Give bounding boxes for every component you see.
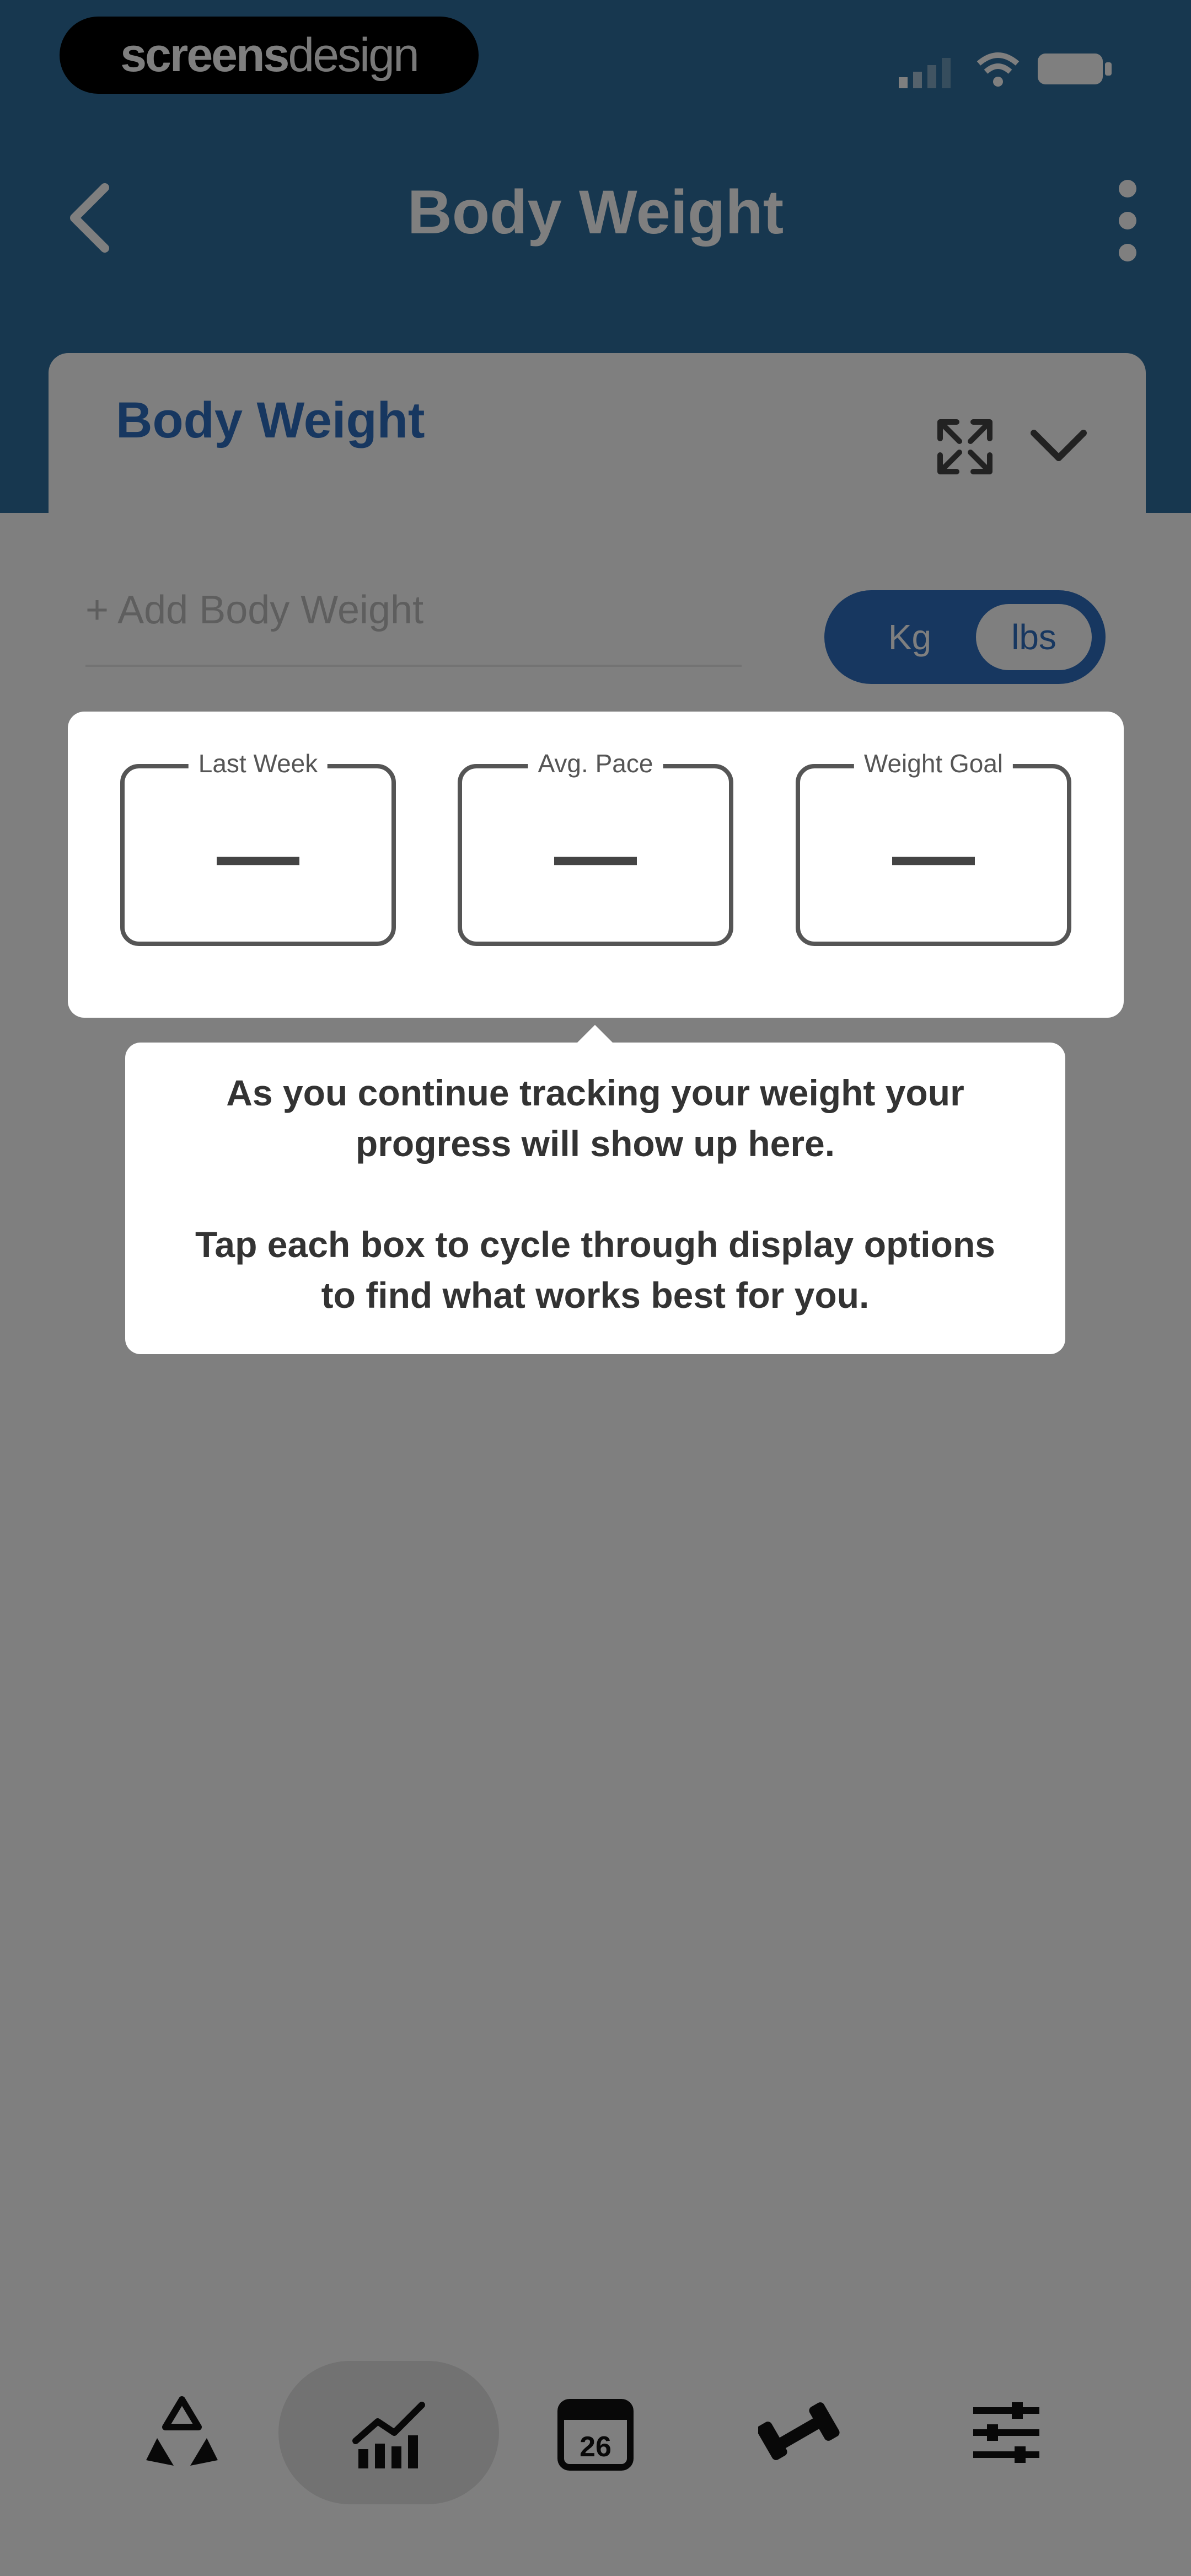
tooltip-line-1: As you continue tracking your weight you… xyxy=(226,1072,964,1113)
stat-value: — xyxy=(217,808,299,901)
stat-value: — xyxy=(554,808,637,901)
stat-value: — xyxy=(892,808,975,901)
stat-label: Avg. Pace xyxy=(528,749,663,778)
tooltip-arrow xyxy=(576,1025,614,1044)
app-screen: screensdesign Body Weight Body Weight xyxy=(0,0,1191,2576)
stat-box-weight-goal[interactable]: Weight Goal — xyxy=(796,749,1071,946)
tooltip-line-4: to find what works best for you. xyxy=(321,1275,870,1316)
onboarding-tooltip: As you continue tracking your weight you… xyxy=(125,1043,1065,1354)
stat-label: Last Week xyxy=(188,749,328,778)
tooltip-line-3: Tap each box to cycle through display op… xyxy=(195,1224,995,1265)
tooltip-line-2: progress will show up here. xyxy=(355,1123,835,1164)
stat-label: Weight Goal xyxy=(854,749,1013,778)
stat-box-avg-pace[interactable]: Avg. Pace — xyxy=(458,749,733,946)
stat-box-last-week[interactable]: Last Week — xyxy=(120,749,396,946)
